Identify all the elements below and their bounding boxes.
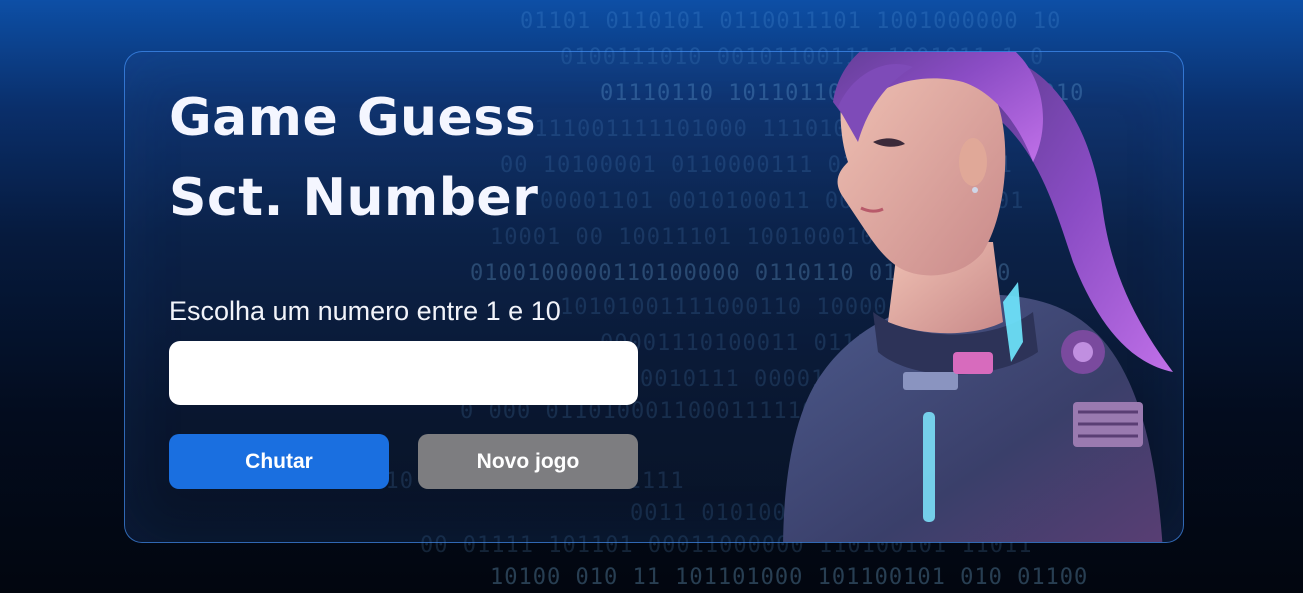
game-form: Game Guess Sct. Number Escolha um numero… [169, 78, 639, 489]
cyberpunk-girl-illustration [783, 52, 1173, 542]
game-title: Game Guess Sct. Number [169, 78, 639, 238]
guess-input[interactable] [169, 341, 638, 405]
game-card: Game Guess Sct. Number Escolha um numero… [124, 51, 1184, 543]
guess-prompt: Escolha um numero entre 1 e 10 [169, 296, 561, 326]
new-game-button[interactable]: Novo jogo [418, 434, 638, 489]
title-line-2: Sct. Number [169, 168, 539, 228]
title-line-1: Game Guess [169, 88, 537, 148]
binary-line: 10100 010 11 101101000 101100101 010 011… [490, 565, 1089, 590]
binary-line: 01101 0110101 0110011101 1001000000 10 [520, 9, 1062, 34]
button-row: Chutar Novo jogo [169, 434, 639, 489]
guess-button[interactable]: Chutar [169, 434, 389, 489]
